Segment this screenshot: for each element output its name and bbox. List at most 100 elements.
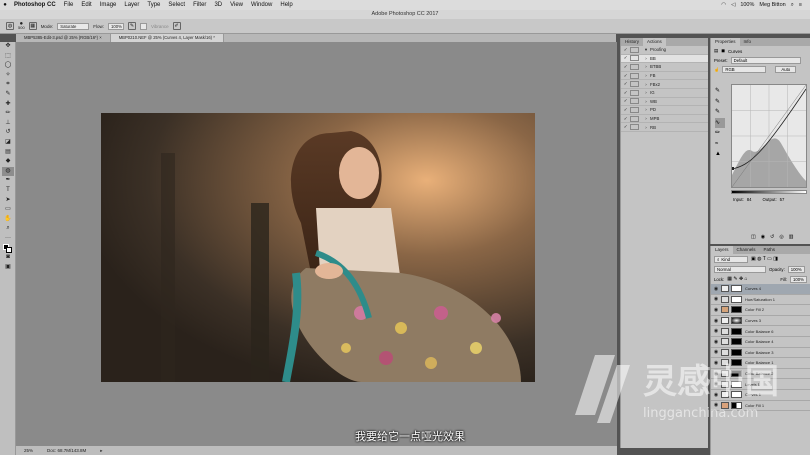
- user-name[interactable]: Meg Bitton: [759, 2, 785, 9]
- opacity-input[interactable]: 100%: [787, 265, 805, 273]
- layer-row[interactable]: ◉ Hue/Saturation 1: [711, 295, 810, 306]
- collapse-icon[interactable]: ▾: [642, 47, 650, 53]
- action-item[interactable]: ✓ › PD: [621, 106, 708, 115]
- eye-icon[interactable]: ◉: [711, 318, 721, 324]
- layer-mask-thumb[interactable]: [731, 317, 742, 325]
- brush-preset[interactable]: ● 500: [18, 21, 25, 30]
- eye-icon[interactable]: ◉: [711, 328, 721, 334]
- layer-mask-thumb[interactable]: [731, 306, 742, 314]
- black-point-icon[interactable]: ✎: [715, 86, 725, 97]
- dialog-toggle[interactable]: [630, 106, 639, 113]
- expand-icon[interactable]: ›: [642, 64, 650, 69]
- expand-icon[interactable]: ›: [642, 82, 650, 87]
- gray-point-icon[interactable]: ✎: [715, 97, 725, 108]
- check-icon[interactable]: ✓: [621, 73, 630, 79]
- eye-icon[interactable]: ◉: [711, 296, 721, 302]
- dialog-toggle[interactable]: [630, 89, 639, 96]
- menu-edit[interactable]: Edit: [77, 2, 95, 8]
- tab-layers[interactable]: Layers: [711, 246, 733, 254]
- action-set[interactable]: ✓ ▾ Proofing: [621, 46, 708, 55]
- clone-stamp-tool-icon[interactable]: ⊥: [2, 119, 14, 129]
- menu-list-icon[interactable]: ≡: [799, 2, 802, 9]
- move-tool-icon[interactable]: ✥: [2, 42, 14, 52]
- preset-select[interactable]: Default: [730, 57, 801, 64]
- airbrush-icon[interactable]: ✎: [127, 22, 136, 30]
- dialog-toggle[interactable]: [630, 115, 639, 122]
- eye-icon[interactable]: ◉: [711, 339, 721, 345]
- curve-point-icon[interactable]: ∿: [715, 117, 725, 128]
- battery-status[interactable]: 100%: [740, 2, 754, 9]
- tab-doc-2[interactable]: MBP0210.NEF @ 25% (Curves 4, Layer Mask/…: [110, 34, 224, 42]
- dialog-toggle[interactable]: [630, 46, 639, 53]
- dialog-toggle[interactable]: [630, 98, 639, 105]
- dialog-toggle[interactable]: [630, 55, 639, 62]
- layer-row[interactable]: ◉ Curves 4: [711, 284, 810, 295]
- quick-mask-icon[interactable]: ◙: [2, 253, 14, 263]
- layer-mask-thumb[interactable]: [731, 295, 742, 303]
- search-icon[interactable]: ⌕: [791, 2, 794, 9]
- document-photo[interactable]: [101, 113, 535, 382]
- channel-select[interactable]: RGB: [722, 66, 767, 73]
- layer-mask-thumb[interactable]: [731, 327, 742, 335]
- output-value[interactable]: 57: [780, 197, 785, 202]
- check-icon[interactable]: ✓: [621, 81, 630, 87]
- expand-icon[interactable]: ›: [642, 73, 650, 78]
- clip-layer-icon[interactable]: ◫: [751, 234, 756, 240]
- filter-kind-select[interactable]: ⌕ Kind: [714, 255, 748, 263]
- check-icon[interactable]: ✓: [621, 47, 630, 53]
- type-tool-icon[interactable]: T: [2, 186, 14, 196]
- menu-filter[interactable]: Filter: [189, 2, 210, 8]
- sponge-tool-icon[interactable]: ◍: [6, 22, 14, 30]
- check-icon[interactable]: ✓: [621, 124, 630, 130]
- brush-panel-icon[interactable]: ▦: [28, 22, 37, 30]
- lasso-tool-icon[interactable]: ◯: [2, 61, 14, 71]
- menu-type[interactable]: Type: [143, 2, 164, 8]
- action-item[interactable]: ✓ › FB: [621, 72, 708, 81]
- menu-view[interactable]: View: [226, 2, 247, 8]
- visibility-icon[interactable]: ◎: [779, 234, 783, 240]
- healing-tool-icon[interactable]: ✚: [2, 100, 14, 110]
- check-icon[interactable]: ✓: [621, 98, 630, 104]
- target-adjust-icon[interactable]: ☝: [714, 67, 719, 73]
- layer-row[interactable]: ◉ Color Fill 2: [711, 305, 810, 316]
- menu-layer[interactable]: Layer: [120, 2, 143, 8]
- tab-history[interactable]: History: [621, 38, 643, 46]
- eye-icon[interactable]: ◉: [711, 307, 721, 313]
- quick-select-tool-icon[interactable]: ✧: [2, 71, 14, 81]
- menu-app[interactable]: Photoshop CC: [10, 2, 60, 8]
- expand-icon[interactable]: ›: [642, 56, 650, 61]
- vibrance-checkbox[interactable]: [139, 22, 147, 30]
- gradient-tool-icon[interactable]: ▤: [2, 148, 14, 158]
- brush-tool-icon[interactable]: ✏: [2, 109, 14, 119]
- fill-input[interactable]: 100%: [790, 275, 807, 283]
- menu-select[interactable]: Select: [164, 2, 189, 8]
- hand-tool-icon[interactable]: ✋: [2, 215, 14, 225]
- view-previous-icon[interactable]: ◉: [761, 234, 765, 240]
- menu-help[interactable]: Help: [276, 2, 296, 8]
- action-item[interactable]: ✓ › BTBB: [621, 63, 708, 72]
- mask-icon[interactable]: ◼: [721, 48, 725, 54]
- color-swatches-icon[interactable]: [2, 243, 14, 254]
- curves-graph[interactable]: [731, 84, 807, 188]
- tab-properties[interactable]: Properties: [711, 38, 740, 46]
- status-arrow-icon[interactable]: ▸: [100, 448, 102, 454]
- menu-image[interactable]: Image: [96, 2, 121, 8]
- tab-channels[interactable]: Channels: [733, 246, 760, 254]
- marquee-tool-icon[interactable]: ⬚: [2, 52, 14, 62]
- expand-icon[interactable]: ›: [642, 125, 650, 130]
- wifi-icon[interactable]: ◠: [721, 2, 726, 9]
- action-item[interactable]: ✓ › BB: [621, 54, 708, 64]
- dialog-toggle[interactable]: [630, 81, 639, 88]
- blur-tool-icon[interactable]: ◆: [2, 157, 14, 167]
- tab-info[interactable]: Info: [740, 38, 756, 46]
- menu-3d[interactable]: 3D: [210, 2, 226, 8]
- menu-window[interactable]: Window: [247, 2, 276, 8]
- expand-icon[interactable]: ›: [642, 99, 650, 104]
- menu-file[interactable]: File: [60, 2, 78, 8]
- sponge-tool-icon[interactable]: ◍: [2, 166, 14, 177]
- path-select-tool-icon[interactable]: ➤: [2, 196, 14, 206]
- auto-button[interactable]: Auto: [775, 66, 797, 73]
- doc-size[interactable]: Doc: 68.7M/143.8M: [47, 448, 86, 453]
- tab-paths[interactable]: Paths: [760, 246, 780, 254]
- check-icon[interactable]: ✓: [621, 90, 630, 96]
